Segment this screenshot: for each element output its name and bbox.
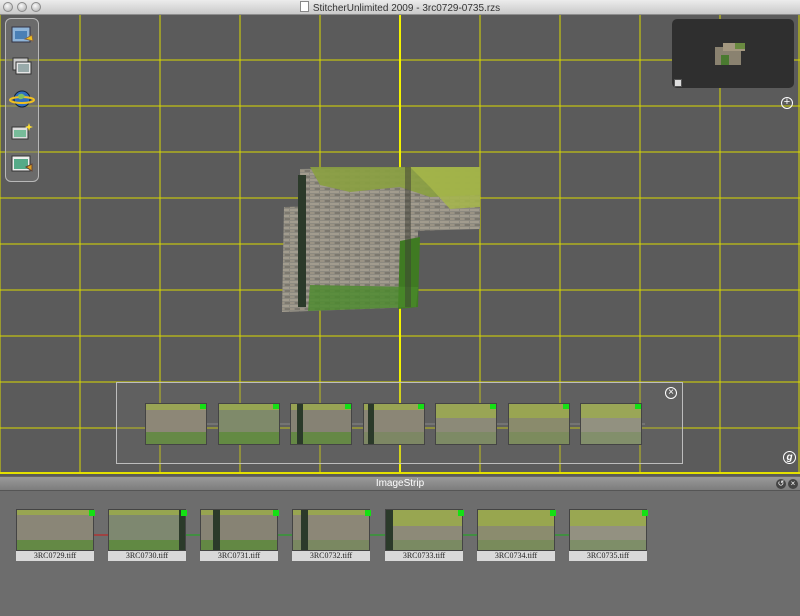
imagestrip-item[interactable]: 3RC0730.tiff [108,509,187,561]
zoom-in-button[interactable]: + [781,97,793,109]
strip-thumbnail[interactable] [290,403,352,445]
detach-panel-icon[interactable]: ↺ [776,479,786,489]
match-indicator [89,510,95,516]
alignment-thumbnail-strip: × [116,382,683,464]
match-indicator [273,510,279,516]
match-indicator [365,510,371,516]
navigator-overview[interactable] [672,19,794,88]
image-thumbnail [292,509,371,551]
imagestrip-item[interactable]: 3RC0734.tiff [477,509,556,561]
strip-thumbnail[interactable] [362,403,425,445]
imagestrip-item[interactable]: 3RC0729.tiff [16,509,95,561]
strip-thumbnail[interactable] [580,403,642,445]
image-filename: 3RC0731.tiff [200,551,278,561]
imagestrip-item[interactable]: 3RC0733.tiff [385,509,464,561]
help-icon[interactable]: g [783,451,796,464]
stitch-wand-icon[interactable] [9,119,35,143]
strip-thumbnail[interactable] [145,403,207,445]
globe-render-icon[interactable] [9,87,35,111]
match-indicator [181,510,187,516]
match-indicator [458,510,464,516]
image-thumbnail [477,509,556,551]
window-titlebar: StitcherUnlimited 2009 - 3rc0729-0735.rz… [0,0,800,15]
match-indicator [642,510,648,516]
document-icon [299,1,309,12]
tool-palette [5,18,39,182]
close-panel-icon[interactable]: × [788,479,798,489]
strip-thumbnail[interactable] [435,403,497,445]
image-thumbnail [16,509,95,551]
stitch-canvas[interactable]: + × g [0,15,800,474]
image-thumbnail [108,509,187,551]
open-project-icon[interactable] [9,23,35,47]
imagestrip-title: ImageStrip [375,478,425,489]
image-filename: 3RC0732.tiff [292,551,370,561]
navigator-preview [715,43,745,65]
image-filename: 3RC0730.tiff [108,551,186,561]
image-filename: 3RC0733.tiff [385,551,463,561]
window-title: StitcherUnlimited 2009 - 3rc0729-0735.rz… [0,1,800,14]
imagestrip-panel: 3RC0729.tiff 3RC0730.tiff 3RC0731.tiff 3RC0… [0,491,800,616]
strip-thumbnail[interactable] [217,403,280,445]
imagestrip-item[interactable]: 3RC0735.tiff [569,509,648,561]
image-thumbnail [200,509,279,551]
imagestrip-item[interactable]: 3RC0731.tiff [200,509,279,561]
imagestrip-item[interactable]: 3RC0732.tiff [292,509,371,561]
panorama-preview[interactable] [280,167,482,313]
image-filename: 3RC0734.tiff [477,551,555,561]
export-image-icon[interactable] [9,151,35,175]
image-stack-icon[interactable] [9,55,35,79]
image-thumbnail [385,509,464,551]
image-filename: 3RC0735.tiff [569,551,647,561]
navigator-resize-handle[interactable] [674,79,682,87]
image-thumbnail [569,509,648,551]
imagestrip-header: ImageStrip ↺ × [0,476,800,491]
match-indicator [550,510,556,516]
strip-thumbnail[interactable] [507,403,570,445]
image-filename: 3RC0729.tiff [16,551,94,561]
